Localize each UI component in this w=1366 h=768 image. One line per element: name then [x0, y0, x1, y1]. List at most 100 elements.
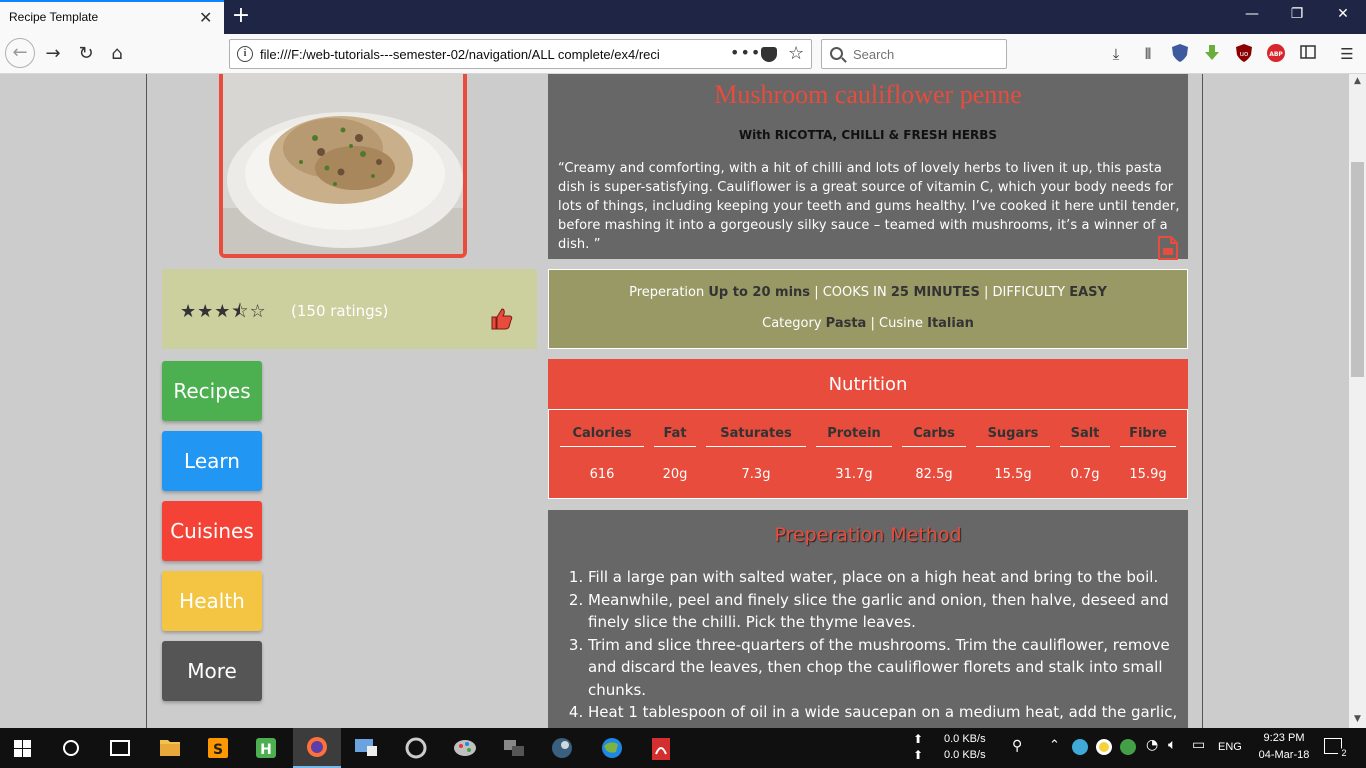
adblock-icon[interactable]: ABP: [1266, 44, 1286, 64]
recipe-intro: Mushroom cauliflower penne With RICOTTA,…: [548, 74, 1188, 260]
recipe-subtitle: With RICOTTA, CHILLI & FRESH HERBS: [738, 128, 998, 142]
ublock-icon[interactable]: uo: [1234, 44, 1254, 64]
document-icon[interactable]: [1157, 236, 1179, 264]
extension-download-icon[interactable]: [1202, 44, 1222, 64]
windows-start-icon[interactable]: [14, 740, 31, 761]
home-icon[interactable]: ⌂: [104, 42, 130, 66]
app-icon-network[interactable]: [490, 728, 538, 768]
page-actions-icon[interactable]: •••: [730, 43, 761, 62]
svg-text:H: H: [260, 742, 272, 758]
reload-icon[interactable]: ↻: [73, 42, 99, 66]
keyboard-icon[interactable]: ▭: [1192, 737, 1205, 753]
nutrition-head: Saturates: [706, 426, 806, 447]
cortana-icon[interactable]: [63, 740, 79, 756]
svg-text:S: S: [213, 742, 223, 758]
method-step: Trim and slice three-quarters of the mus…: [588, 634, 1178, 702]
file-explorer-icon[interactable]: [146, 728, 194, 768]
cooks-label: COOKS IN: [822, 285, 887, 300]
net-speed-up: 0.0 KB/s: [944, 733, 986, 745]
scroll-down-icon[interactable]: ▼: [1349, 714, 1366, 724]
clock-date[interactable]: 04-Mar-18: [1252, 749, 1316, 761]
tray-app-icon-1[interactable]: [1072, 739, 1088, 755]
tray-app-icon-2[interactable]: [1096, 739, 1112, 755]
method-title: Preperation Method: [774, 524, 962, 546]
task-view-icon[interactable]: [110, 740, 130, 756]
page-border-right: [1202, 74, 1203, 728]
url-text[interactable]: file:///F:/web-tutorials---semester-02/n…: [260, 47, 696, 62]
method-steps: Fill a large pan with salted water, plac…: [588, 566, 1178, 724]
search-bar[interactable]: Search: [821, 39, 1007, 69]
sidebar-toggle-icon[interactable]: [1298, 44, 1318, 64]
minimize-icon[interactable]: —: [1242, 6, 1262, 22]
menu-icon[interactable]: ☰: [1337, 44, 1357, 64]
url-bar[interactable]: i file:///F:/web-tutorials---semester-02…: [229, 39, 812, 69]
nutrition-col: Fibre 15.9g: [1120, 410, 1176, 500]
download-icon[interactable]: ⤓: [1106, 44, 1126, 64]
recipe-title: Mushroom cauliflower penne: [714, 80, 1022, 109]
nutrition-head: Salt: [1060, 426, 1110, 447]
star-rating[interactable]: ★★★⯪☆: [180, 299, 267, 329]
back-icon[interactable]: ←: [5, 38, 35, 68]
info-icon[interactable]: i: [237, 46, 253, 62]
app-icon-monitor[interactable]: [341, 728, 389, 768]
sidebar-item-cuisines[interactable]: Cuisines: [162, 501, 262, 561]
nutrition-col: Carbs 82.5g: [902, 410, 966, 500]
h-app-icon[interactable]: H: [242, 728, 290, 768]
pocket-icon[interactable]: [761, 47, 777, 62]
browser-titlebar: Recipe Template ✕ + — ❐ ✕: [0, 0, 1366, 34]
notification-count: 2: [1338, 748, 1350, 758]
close-window-icon[interactable]: ✕: [1333, 6, 1353, 22]
nutrition-value: 20g: [662, 467, 688, 482]
nutrition-panel: Nutrition Calories 616 Fat 20g Saturates…: [548, 359, 1188, 499]
nutrition-col: Fat 20g: [654, 410, 696, 500]
thumbs-up-icon[interactable]: [490, 307, 514, 335]
library-icon[interactable]: ⫴: [1138, 44, 1158, 64]
sidebar-item-learn[interactable]: Learn: [162, 431, 262, 491]
nutrition-value: 616: [589, 467, 615, 482]
upload-arrow-icon: ⬆: [913, 732, 924, 746]
separator: |: [870, 316, 875, 331]
clock-time[interactable]: 9:23 PM: [1258, 732, 1310, 744]
nutrition-col: Salt 0.7g: [1060, 410, 1110, 500]
timing-line: Preperation Up to 20 mins | COOKS IN 25 …: [549, 285, 1187, 300]
nutrition-head: Protein: [816, 426, 892, 447]
page-scrollbar[interactable]: ▲ ▼: [1349, 74, 1366, 728]
method-step: Heat 1 tablespoon of oil in a wide sauce…: [588, 701, 1178, 724]
download-arrow-icon: ⬆: [913, 748, 924, 762]
pdf-reader-icon[interactable]: [637, 728, 685, 768]
nutrition-col: Protein 31.7g: [816, 410, 892, 500]
nutrition-value: 31.7g: [835, 467, 873, 482]
separator: |: [814, 285, 819, 300]
app-icon-paint[interactable]: [441, 728, 489, 768]
volume-icon[interactable]: 🔈︎: [1168, 737, 1176, 753]
close-tab-icon[interactable]: ✕: [199, 8, 212, 27]
bookmark-star-icon[interactable]: ☆: [788, 43, 804, 64]
wifi-icon[interactable]: ◔: [1146, 737, 1158, 753]
app-icon-headset[interactable]: [392, 728, 440, 768]
method-step: Meanwhile, peel and finely slice the gar…: [588, 589, 1178, 634]
new-tab-icon[interactable]: +: [230, 2, 252, 30]
app-icon-globe[interactable]: [588, 728, 636, 768]
sidebar-item-recipes[interactable]: Recipes: [162, 361, 262, 421]
nutrition-value: 82.5g: [915, 467, 953, 482]
cuisine-value: Italian: [927, 316, 974, 331]
sidebar-item-health[interactable]: Health: [162, 571, 262, 631]
nutrition-value: 0.7g: [1070, 467, 1100, 482]
recipe-image: [219, 74, 467, 258]
people-icon[interactable]: ⚲: [1012, 738, 1022, 754]
firefox-icon[interactable]: [293, 728, 341, 768]
rating-box: ★★★⯪☆ (150 ratings): [162, 269, 537, 349]
extension-shield-icon[interactable]: [1170, 44, 1190, 64]
forward-icon[interactable]: →: [40, 42, 66, 66]
sidebar-item-more[interactable]: More: [162, 641, 262, 701]
language-indicator[interactable]: ENG: [1218, 741, 1242, 753]
show-hidden-icons[interactable]: ⌃: [1049, 738, 1060, 753]
tray-app-icon-3[interactable]: [1120, 739, 1136, 755]
scroll-up-icon[interactable]: ▲: [1349, 76, 1366, 86]
app-icon-steam[interactable]: [538, 728, 586, 768]
sublime-text-icon[interactable]: S: [194, 728, 242, 768]
browser-tab[interactable]: Recipe Template ✕: [0, 0, 224, 34]
nutrition-head: Fat: [654, 426, 696, 447]
scroll-thumb[interactable]: [1351, 162, 1364, 377]
restore-icon[interactable]: ❐: [1287, 6, 1307, 22]
